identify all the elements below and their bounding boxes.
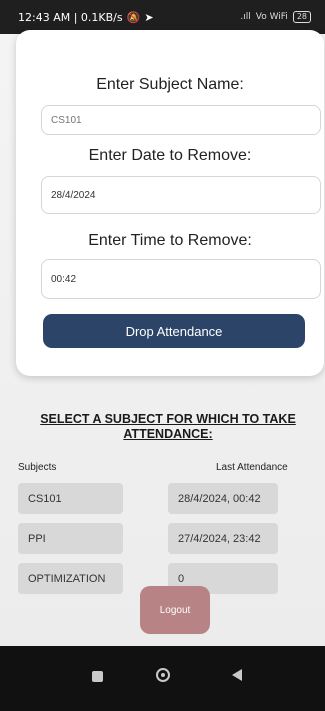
subject-name-input[interactable] — [41, 105, 321, 135]
subjects-column-header: Subjects — [18, 462, 57, 473]
android-nav-bar — [0, 646, 325, 711]
drop-attendance-dialog: Enter Subject Name: Enter Date to Remove… — [16, 30, 324, 376]
subject-item-cs101[interactable]: CS101 — [18, 483, 123, 514]
status-left: 12:43 AM | 0.1KB/s 🔕 ➤ — [18, 11, 154, 24]
back-icon[interactable] — [232, 669, 242, 681]
last-attendance-cs101: 28/4/2024, 00:42 — [168, 483, 278, 514]
subject-item-ppi[interactable]: PPI — [18, 523, 123, 554]
status-time: 12:43 AM | 0.1KB/s — [18, 10, 123, 24]
drop-attendance-button[interactable]: Drop Attendance — [43, 314, 305, 348]
date-remove-input[interactable] — [41, 176, 321, 214]
section-title: SELECT A SUBJECT FOR WHICH TO TAKE ATTEN… — [40, 412, 296, 441]
home-icon[interactable] — [156, 668, 170, 682]
subject-name-label: Enter Subject Name: — [96, 76, 244, 93]
date-remove-label: Enter Date to Remove: — [88, 147, 252, 164]
recent-apps-icon[interactable] — [92, 671, 103, 682]
last-attendance-column-header: Last Attendance — [216, 462, 288, 473]
status-right: .ıll Vo WiFi 28 — [240, 11, 311, 23]
wifi-icon: Vo WiFi — [255, 12, 288, 22]
time-remove-input[interactable] — [41, 259, 321, 299]
battery-icon: 28 — [292, 11, 311, 23]
attendance-page: SELECT A SUBJECT FOR WHICH TO TAKE ATTEN… — [0, 30, 325, 646]
signal-icon: .ıll — [240, 12, 251, 22]
mute-icon: 🔕 — [126, 10, 141, 24]
status-bar: 12:43 AM | 0.1KB/s 🔕 ➤ .ıll Vo WiFi 28 — [0, 0, 325, 34]
subject-item-optimization[interactable]: OPTIMIZATION — [18, 563, 123, 594]
location-arrow-icon: ➤ — [144, 10, 154, 24]
time-remove-label: Enter Time to Remove: — [88, 232, 252, 249]
app-screen: 12:43 AM | 0.1KB/s 🔕 ➤ .ıll Vo WiFi 28 S… — [0, 0, 325, 711]
logout-button[interactable]: Logout — [140, 586, 210, 634]
last-attendance-ppi: 27/4/2024, 23:42 — [168, 523, 278, 554]
